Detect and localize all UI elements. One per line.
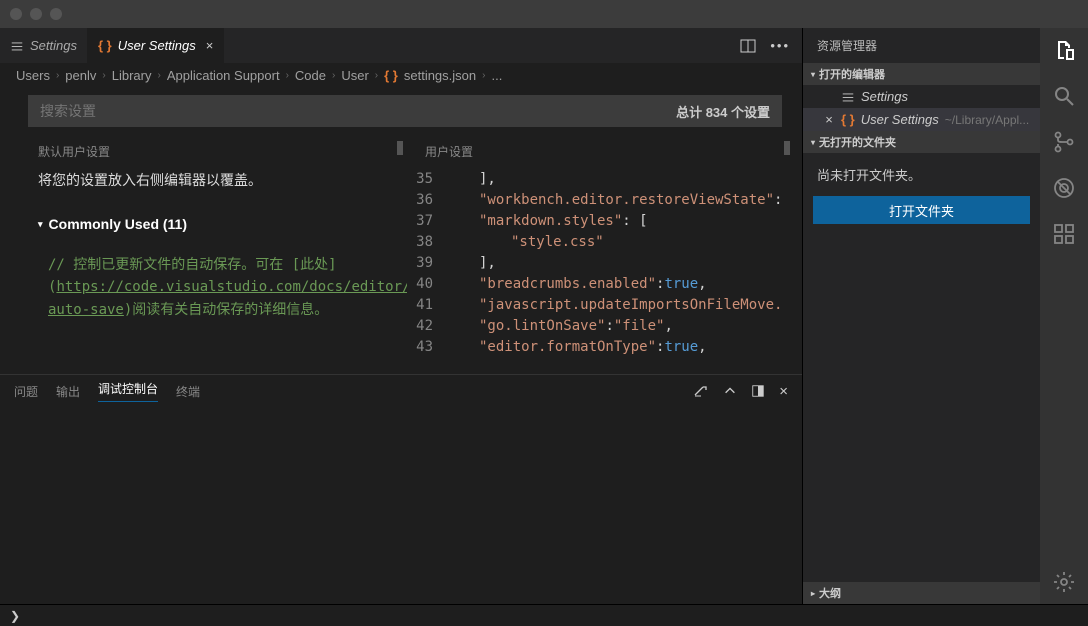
breadcrumb-item[interactable]: settings.json: [404, 68, 476, 83]
source-control-icon[interactable]: [1052, 130, 1076, 154]
code-line[interactable]: 41"javascript.updateImportsOnFileMove.: [411, 295, 794, 316]
code-line[interactable]: 39],: [411, 253, 794, 274]
clear-console-icon[interactable]: [693, 383, 709, 399]
chevron-down-icon: ▾: [38, 217, 43, 231]
file-name: Settings: [861, 89, 908, 104]
bottom-panel: 问题 输出 调试控制台 终端 ×: [0, 374, 802, 604]
breadcrumb-item[interactable]: penlv: [65, 68, 96, 83]
close-icon[interactable]: ×: [823, 112, 835, 127]
settings-icon: [10, 39, 24, 53]
search-input[interactable]: [40, 103, 676, 119]
settings-count: 总计 834 个设置: [676, 102, 770, 121]
breadcrumb-item[interactable]: Application Support: [167, 68, 280, 83]
tab-label: Settings: [30, 38, 77, 53]
panel-tab[interactable]: 输出: [56, 383, 80, 400]
zoom-window-icon[interactable]: [50, 8, 62, 20]
settings-icon: [841, 90, 855, 104]
code-line[interactable]: 35],: [411, 169, 794, 190]
breadcrumb-item[interactable]: User: [341, 68, 368, 83]
outline-section[interactable]: ▸ 大纲: [803, 582, 1040, 604]
minimize-window-icon[interactable]: [30, 8, 42, 20]
panel-tabs: 问题 输出 调试控制台 终端 ×: [0, 375, 802, 407]
panel-tab[interactable]: 调试控制台: [98, 380, 158, 402]
toggle-layout-icon[interactable]: [751, 384, 765, 398]
chevron-down-icon: ▾: [811, 70, 815, 79]
status-left[interactable]: ❯: [0, 609, 30, 623]
status-bar: ❯: [0, 604, 1088, 626]
split-editor-icon[interactable]: [740, 38, 756, 54]
open-editor-item[interactable]: Settings: [803, 85, 1040, 108]
window-controls: [10, 8, 62, 20]
default-settings-title: 默认用户设置: [20, 135, 407, 169]
tab-settings[interactable]: Settings: [0, 28, 88, 63]
section-header-label: Commonly Used (11): [49, 213, 187, 235]
open-editors-section[interactable]: ▾ 打开的编辑器: [803, 63, 1040, 85]
code-line[interactable]: 38"style.css": [411, 232, 794, 253]
close-window-icon[interactable]: [10, 8, 22, 20]
more-actions-icon[interactable]: •••: [770, 38, 790, 53]
explorer-sidebar: 资源管理器 ▾ 打开的编辑器 Settings × { } User Settings…: [802, 28, 1040, 604]
panel-tab[interactable]: 终端: [176, 383, 200, 400]
setting-description: // 控制已更新文件的自动保存。可在 [此处] (https://code.vi…: [38, 254, 389, 321]
code-line[interactable]: 40"breadcrumbs.enabled": true,: [411, 274, 794, 295]
explorer-title: 资源管理器: [803, 28, 1040, 63]
breadcrumb-item[interactable]: ...: [491, 68, 502, 83]
search-icon[interactable]: [1052, 84, 1076, 108]
breadcrumb-item[interactable]: Users: [16, 68, 50, 83]
file-name: User Settings: [861, 112, 939, 127]
json-icon: { }: [98, 38, 112, 53]
breadcrumb-item[interactable]: Library: [112, 68, 152, 83]
no-folder-section[interactable]: ▾ 无打开的文件夹: [803, 131, 1040, 153]
explorer-icon[interactable]: [1052, 38, 1076, 62]
no-folder-message: 尚未打开文件夹。: [803, 153, 1040, 196]
editor-tabs: Settings { } User Settings × •••: [0, 28, 802, 63]
titlebar: [0, 0, 1088, 28]
code-line[interactable]: 43"editor.formatOnType": true,: [411, 337, 794, 358]
settings-hint: 将您的设置放入右侧编辑器以覆盖。: [38, 169, 389, 191]
chevron-up-icon[interactable]: [723, 384, 737, 398]
settings-search[interactable]: 总计 834 个设置: [28, 95, 782, 127]
open-editor-item[interactable]: × { } User Settings ~/Library/Appl...: [803, 108, 1040, 131]
activity-bar: [1040, 28, 1088, 604]
breadcrumb[interactable]: Users›penlv›Library›Application Support›…: [0, 63, 802, 87]
debug-icon[interactable]: [1052, 176, 1076, 200]
extensions-icon[interactable]: [1052, 222, 1076, 246]
close-tab-icon[interactable]: ×: [206, 38, 214, 53]
open-folder-button[interactable]: 打开文件夹: [813, 196, 1030, 224]
user-settings-title: 用户设置: [407, 135, 794, 169]
panel-tab[interactable]: 问题: [14, 383, 38, 400]
chevron-down-icon: ▾: [811, 138, 815, 147]
settings-json-editor[interactable]: 35],36"workbench.editor.restoreViewState…: [407, 169, 794, 374]
breadcrumb-item[interactable]: Code: [295, 68, 326, 83]
tab-user-settings[interactable]: { } User Settings ×: [88, 28, 224, 63]
code-line[interactable]: 37"markdown.styles": [: [411, 211, 794, 232]
tab-label: User Settings: [118, 38, 196, 53]
code-line[interactable]: 36"workbench.editor.restoreViewState":: [411, 190, 794, 211]
file-path: ~/Library/Appl...: [945, 113, 1029, 127]
chevron-right-icon: ▸: [811, 589, 815, 598]
code-line[interactable]: 42"go.lintOnSave": "file",: [411, 316, 794, 337]
gear-icon[interactable]: [1052, 570, 1076, 594]
commonly-used-header[interactable]: ▾ Commonly Used (11): [38, 213, 389, 235]
close-panel-icon[interactable]: ×: [779, 383, 788, 400]
json-icon: { }: [841, 112, 855, 127]
json-icon: { }: [384, 68, 398, 83]
